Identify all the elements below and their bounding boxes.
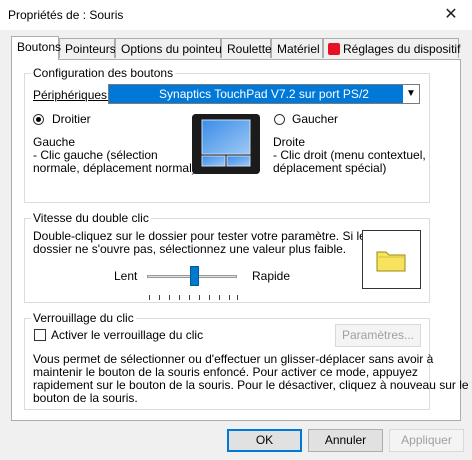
click-lock-desc-3: rapidement sur le bouton de la souris. P… bbox=[33, 378, 469, 392]
double-click-desc-2: dossier ne s'ouvre pas, sélectionnez une… bbox=[33, 242, 347, 256]
click-lock-settings-button[interactable]: Paramètres... bbox=[335, 324, 421, 347]
tab-options-du-pointeur[interactable]: Options du pointeur bbox=[115, 38, 226, 58]
click-lock-desc-2: maintenir le bouton de la souris enfoncé… bbox=[33, 365, 418, 379]
close-icon: ✕ bbox=[444, 6, 458, 23]
left-handed-label: Gaucher bbox=[292, 112, 339, 126]
click-lock-desc-4: bouton de la souris. bbox=[33, 391, 138, 405]
right-button-desc-1: - Clic droit (menu contextuel, bbox=[273, 148, 426, 162]
tab-reglages-du-dispositif[interactable]: Réglages du dispositif bbox=[323, 38, 461, 58]
fast-label: Rapide bbox=[252, 269, 291, 283]
buttons-config-legend: Configuration des boutons bbox=[31, 66, 176, 80]
click-lock-checkbox[interactable] bbox=[34, 329, 46, 341]
device-label: Périphériques : bbox=[33, 88, 114, 102]
folder-icon[interactable] bbox=[376, 248, 406, 275]
tab-pointeurs[interactable]: Pointeurs bbox=[59, 38, 116, 58]
window-title: Propriétés de : Souris bbox=[8, 8, 124, 22]
tab-label: Pointeurs bbox=[65, 42, 116, 56]
double-click-desc-1: Double-cliquez sur le dossier pour teste… bbox=[33, 229, 366, 243]
left-button-desc-2: normale, déplacement normal) bbox=[33, 161, 196, 175]
close-button[interactable]: ✕ bbox=[436, 2, 466, 28]
double-click-legend: Vitesse du double clic bbox=[31, 211, 151, 225]
ok-button[interactable]: OK bbox=[227, 429, 302, 452]
tab-label: Boutons bbox=[17, 40, 62, 54]
right-button-title: Droite bbox=[273, 135, 306, 149]
click-lock-legend: Verrouillage du clic bbox=[31, 311, 136, 325]
left-button-desc-1: - Clic gauche (sélection bbox=[33, 148, 158, 162]
left-button-title: Gauche bbox=[33, 135, 76, 149]
tab-roulette[interactable]: Roulette bbox=[221, 38, 272, 58]
tab-materiel[interactable]: Matériel bbox=[271, 38, 323, 58]
device-select[interactable]: Synaptics TouchPad V7.2 sur port PS/2 ▼ bbox=[108, 84, 420, 104]
right-handed-label: Droitier bbox=[52, 112, 91, 126]
test-folder-area[interactable] bbox=[362, 230, 421, 289]
touchpad-image bbox=[192, 114, 260, 174]
slow-label: Lent bbox=[114, 269, 138, 283]
click-lock-desc-1: Vous permet de sélectionner ou d'effectu… bbox=[33, 352, 434, 366]
apply-button[interactable]: Appliquer bbox=[389, 429, 464, 452]
click-lock-label: Activer le verrouillage du clic bbox=[51, 328, 204, 342]
tab-label: Matériel bbox=[277, 42, 320, 56]
cancel-button[interactable]: Annuler bbox=[308, 429, 383, 452]
right-button-desc-2: déplacement spécial) bbox=[273, 161, 387, 175]
right-handed-radio[interactable] bbox=[33, 114, 44, 125]
tab-boutons[interactable]: Boutons bbox=[11, 36, 62, 60]
synaptics-icon bbox=[328, 43, 340, 55]
left-handed-radio[interactable] bbox=[274, 114, 285, 125]
tab-label: Réglages du dispositif bbox=[343, 42, 461, 56]
double-click-slider-thumb[interactable] bbox=[190, 266, 199, 286]
device-select-value: Synaptics TouchPad V7.2 sur port PS/2 bbox=[159, 87, 369, 101]
tab-label: Roulette bbox=[227, 42, 272, 56]
tab-label: Options du pointeur bbox=[121, 42, 226, 56]
chevron-down-icon[interactable]: ▼ bbox=[403, 85, 419, 103]
slider-ticks bbox=[148, 290, 240, 304]
